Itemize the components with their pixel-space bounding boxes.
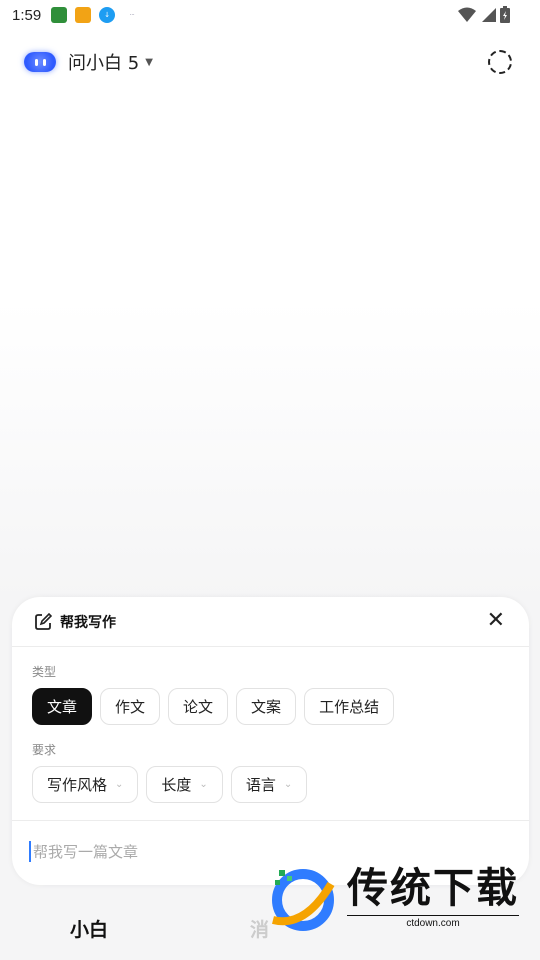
type-label: 类型 [32,665,57,679]
chip-copywriting[interactable]: 文案 [236,688,297,725]
chevron-down-icon: ⌄ [115,779,124,790]
req-label: 要求 [32,743,57,757]
chip-length[interactable]: 长度 ⌄ [146,766,223,803]
watermark: 传统下载 ctdown.com [265,858,527,938]
panel-header: 帮我写作 ✕ [12,597,529,647]
app-notif-green-icon [51,7,68,23]
battery-icon [500,6,510,23]
panel-title: 帮我写作 [60,614,116,631]
divider [12,820,529,821]
chip-language[interactable]: 语言 ⌄ [230,766,308,803]
message-input[interactable]: 帮我写一篇文章 [29,841,138,862]
watermark-title: 传统下载 [347,863,519,912]
chip-work-summary[interactable]: 工作总结 [304,688,395,725]
app-logo-icon [24,52,56,72]
status-bar: 1:59 ↓ ··· [0,0,540,30]
req-chips: 写作风格 ⌄ 长度 ⌄ 语言 ⌄ [32,766,529,803]
wifi-icon [458,7,476,22]
type-chips: 文章 作文 论文 文案 工作总结 [32,688,529,725]
chip-article[interactable]: 文章 [32,688,93,725]
status-time: 1:59 [12,6,42,24]
watermark-logo-icon [265,862,337,934]
status-indicators [458,6,510,23]
history-icon[interactable] [488,50,512,74]
download-icon: ↓ [99,7,116,23]
chip-composition[interactable]: 作文 [100,688,161,725]
chip-paper[interactable]: 论文 [168,688,229,725]
signal-icon [482,7,496,22]
model-selector[interactable]: 问小白 5 [68,49,139,75]
edit-icon [35,612,52,630]
chip-language-label: 语言 [245,776,276,794]
chip-length-label: 长度 [161,776,192,794]
chevron-down-icon: ⌄ [199,779,208,790]
writing-panel: 帮我写作 ✕ 类型 文章 作文 论文 文案 工作总结 要求 写作风格 ⌄ 长度 ⌄ … [12,597,529,885]
watermark-url: ctdown.com [347,914,519,929]
chip-style[interactable]: 写作风格 ⌄ [32,766,139,803]
chip-style-label: 写作风格 [47,776,108,794]
app-notif-small-icon: ··· [129,12,135,18]
chevron-down-icon: ⌄ [283,779,293,790]
tab-xiaobai[interactable]: 小白 [70,915,108,942]
close-icon[interactable]: ✕ [487,610,505,632]
app-header: 问小白 5 ▼ [24,44,512,80]
app-notif-orange-icon [75,7,92,23]
caret-down-icon[interactable]: ▼ [145,57,153,68]
